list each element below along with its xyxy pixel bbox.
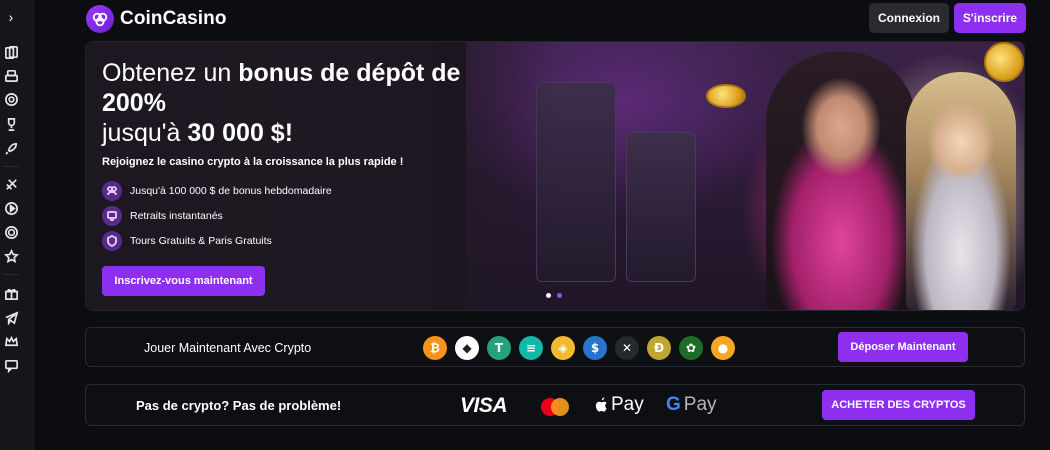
feature-item: Retraits instantanés — [102, 206, 223, 226]
tether-icon: T — [487, 336, 511, 360]
chat-icon[interactable] — [3, 357, 19, 373]
hero-title-bold: 30 000 $! — [187, 119, 294, 147]
deposit-now-button[interactable]: Déposer Maintenant — [838, 332, 968, 362]
carousel-dots — [546, 293, 562, 298]
usdc-icon: $ — [583, 336, 607, 360]
feature-text: Tours Gratuits & Paris Gratuits — [130, 235, 272, 247]
feature-item: Tours Gratuits & Paris Gratuits — [102, 231, 272, 251]
carousel-dot[interactable] — [546, 293, 551, 298]
gift-icon[interactable] — [3, 285, 19, 301]
crypto-icons-row: ₿ ◆ T ≡ ◈ $ ✕ Ð ✿ ● — [423, 336, 735, 360]
coin-image — [984, 42, 1024, 82]
google-g-icon: G — [666, 394, 681, 415]
rose-token-icon: ✿ — [679, 336, 703, 360]
brand-logo[interactable]: CoinCasino — [86, 5, 227, 33]
coin-image — [706, 84, 746, 108]
login-button[interactable]: Connexion — [869, 3, 949, 33]
bnb-icon: ◈ — [551, 336, 575, 360]
ethereum-icon: ◆ — [455, 336, 479, 360]
woman-pink-dress-image — [766, 52, 916, 310]
xrp-icon: ✕ — [615, 336, 639, 360]
apple-icon — [595, 397, 607, 412]
feature-item: Jusqu'à 100 000 $ de bonus hebdomadaire — [102, 181, 332, 201]
poker-chip-icon[interactable] — [3, 91, 19, 107]
sidebar: › — [0, 0, 34, 450]
coincasino-logo-icon — [86, 5, 114, 33]
trophy-icon[interactable] — [3, 116, 19, 132]
crypto-payment-bar: Jouer Maintenant Avec Crypto ₿ ◆ T ≡ ◈ $ ✕ Ð ✿ ● … — [85, 327, 1025, 367]
woman-blonde-image — [906, 72, 1016, 310]
top-header: CoinCasino Connexion S'inscrire — [34, 0, 1050, 36]
crypto-bar-label: Jouer Maintenant Avec Crypto — [144, 341, 312, 355]
shield-icon — [102, 231, 122, 251]
fiat-payment-bar: Pas de crypto? Pas de problème! VISA Pay… — [85, 384, 1025, 426]
star-icon[interactable] — [3, 248, 19, 264]
telegram-icon[interactable] — [3, 309, 19, 325]
vip-crown-icon[interactable] — [3, 333, 19, 349]
solana-icon: ≡ — [519, 336, 543, 360]
hero-subtitle: Rejoignez le casino crypto à la croissan… — [102, 156, 404, 168]
dogecoin-icon: Ð — [647, 336, 671, 360]
hero-text-panel: Obtenez un bonus de dépôt de 200% jusqu'… — [86, 42, 556, 310]
google-pay-logo: G Pay — [666, 394, 717, 416]
visa-logo: VISA — [460, 394, 508, 417]
hero-title-text: Obtenez un — [102, 59, 239, 87]
carousel-dot-active[interactable] — [557, 293, 562, 298]
buy-crypto-button[interactable]: ACHETER DES CRYPTOS — [822, 390, 975, 420]
apple-pay-logo: Pay — [594, 394, 644, 416]
apple-pay-text: Pay — [611, 394, 644, 415]
sidebar-toggle-chevron-icon[interactable]: › — [0, 0, 22, 34]
feature-text: Retraits instantanés — [130, 210, 223, 222]
google-pay-text: Pay — [683, 394, 717, 415]
cards-icon[interactable] — [3, 44, 19, 60]
signup-button[interactable]: S'inscrire — [954, 3, 1026, 33]
signup-now-button[interactable]: Inscrivez-vous maintenant — [102, 266, 265, 296]
live-casino-icon[interactable] — [3, 224, 19, 240]
hero-banner[interactable]: Obtenez un bonus de dépôt de 200% jusqu'… — [85, 41, 1025, 311]
feature-text: Jusqu'à 100 000 $ de bonus hebdomadaire — [130, 185, 332, 197]
fiat-bar-label: Pas de crypto? Pas de problème! — [136, 398, 342, 413]
bitcoin-icon: ₿ — [423, 336, 447, 360]
withdraw-icon — [102, 206, 122, 226]
play-icon[interactable] — [3, 200, 19, 216]
mastercard-logo — [541, 398, 569, 416]
hero-title-text: jusqu'à — [102, 119, 188, 147]
brand-name: CoinCasino — [120, 8, 227, 29]
hero-title: Obtenez un bonus de dépôt de 200% jusqu'… — [102, 58, 522, 148]
sidebar-divider — [3, 166, 19, 167]
sports-icon[interactable] — [3, 176, 19, 192]
sidebar-divider — [3, 274, 19, 275]
trophy-icon — [102, 181, 122, 201]
shiba-icon: ● — [711, 336, 735, 360]
casino-chips-icon[interactable] — [3, 67, 19, 83]
rocket-icon[interactable] — [3, 140, 19, 156]
slot-machine-image — [626, 132, 696, 282]
